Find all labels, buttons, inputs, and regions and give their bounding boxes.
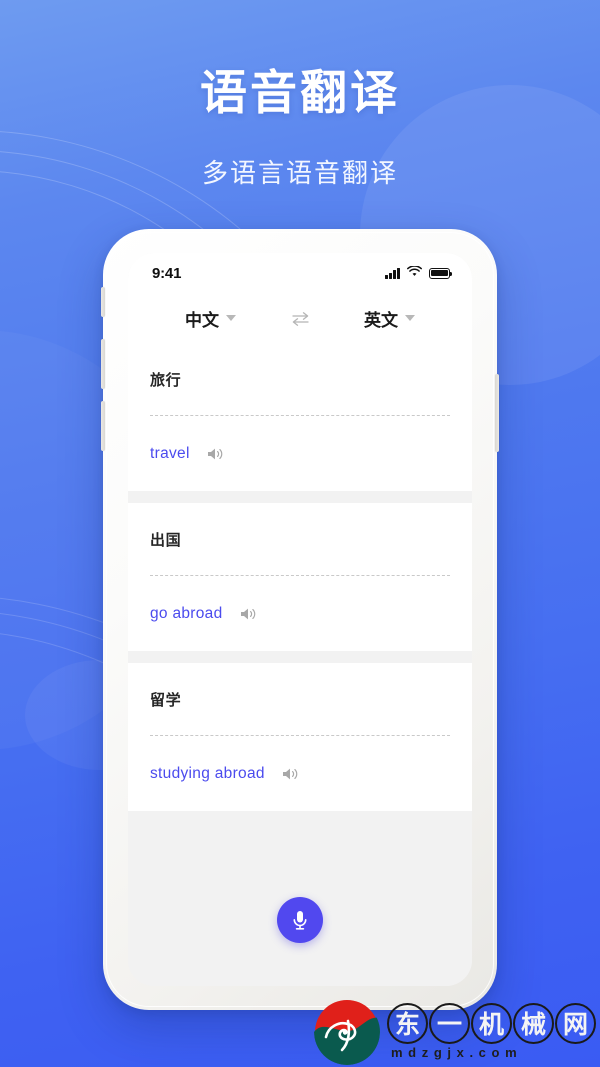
speaker-icon[interactable] <box>207 447 224 461</box>
battery-full-icon <box>429 267 453 279</box>
phone-volume-down-button[interactable] <box>101 401 105 451</box>
speaker-icon[interactable] <box>282 767 299 781</box>
phone-mute-switch[interactable] <box>101 287 105 317</box>
translation-card[interactable]: 留学 studying abroad <box>128 663 472 811</box>
page-header: 语音翻译 多语言语音翻译 <box>0 0 600 190</box>
signal-bars-icon <box>385 267 400 279</box>
chevron-down-icon <box>405 315 415 321</box>
translation-row: go abroad <box>150 576 450 651</box>
microphone-icon <box>290 908 310 932</box>
translation-card-list: 旅行 travel 出国 go abroad 留学 studying abroa… <box>128 343 472 811</box>
translation-text: go abroad <box>150 604 223 622</box>
language-bar: 中文 英文 <box>128 293 472 343</box>
page-title: 语音翻译 <box>200 66 400 119</box>
watermark-char: 机 <box>471 1002 512 1044</box>
microphone-button[interactable] <box>277 897 323 943</box>
watermark-char: 一 <box>429 1002 470 1044</box>
swap-arrows-icon <box>291 311 310 326</box>
microphone-area <box>128 811 472 986</box>
watermark: 东 一 机 械 网 m d z g j x . c o m <box>314 999 596 1065</box>
translation-text: travel <box>150 444 190 462</box>
source-language-selector[interactable]: 中文 <box>154 306 267 331</box>
dongyi-logo <box>314 999 380 1065</box>
speaker-icon[interactable] <box>240 607 257 621</box>
watermark-text-block: 东 一 机 械 网 m d z g j x . c o m <box>387 1002 596 1062</box>
phone-mockup: 9:41 中文 英文 旅行 travel 出国 go abroad 留学 stu… <box>101 229 499 1010</box>
page-subtitle: 多语言语音翻译 <box>201 158 398 188</box>
target-language-label: 英文 <box>364 310 398 330</box>
swap-languages-button[interactable] <box>267 311 333 326</box>
watermark-char: 东 <box>387 1002 428 1044</box>
source-text: 留学 <box>150 691 182 709</box>
translation-row: studying abroad <box>150 736 450 811</box>
source-text: 旅行 <box>150 371 182 389</box>
translation-text: studying abroad <box>150 764 265 782</box>
status-bar: 9:41 <box>128 253 472 293</box>
watermark-domain: m d z g j x . c o m <box>391 1044 518 1060</box>
translation-card[interactable]: 旅行 travel <box>128 343 472 491</box>
status-icons <box>385 264 453 282</box>
translation-row: travel <box>150 416 450 491</box>
chevron-down-icon <box>226 315 236 321</box>
watermark-chars: 东 一 机 械 网 <box>387 1002 596 1044</box>
source-language-label: 中文 <box>185 310 219 330</box>
watermark-char: 网 <box>555 1002 596 1044</box>
watermark-char: 械 <box>513 1002 554 1044</box>
phone-power-button[interactable] <box>495 374 499 452</box>
phone-volume-up-button[interactable] <box>101 339 105 389</box>
target-language-selector[interactable]: 英文 <box>333 306 446 331</box>
status-time: 9:41 <box>152 264 182 282</box>
phone-screen: 9:41 中文 英文 旅行 travel 出国 go abroad 留学 stu… <box>128 253 472 986</box>
source-text: 出国 <box>150 531 182 549</box>
wifi-icon <box>407 264 422 282</box>
translation-card[interactable]: 出国 go abroad <box>128 503 472 651</box>
